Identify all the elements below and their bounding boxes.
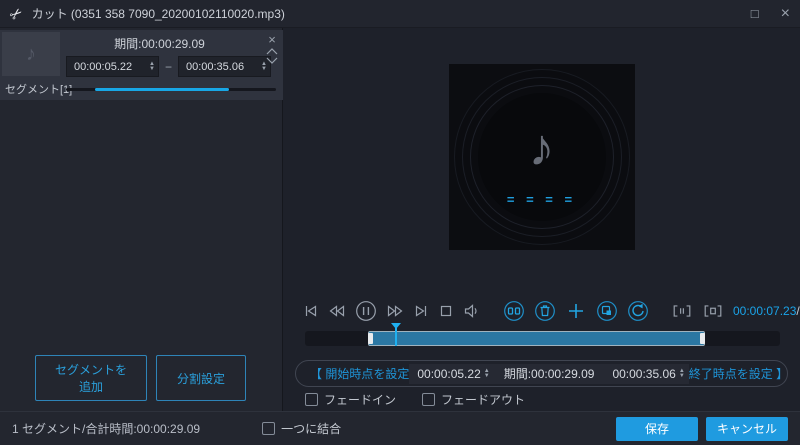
vinyl-disc: ♪ = = = = [477, 93, 606, 221]
spinner-down-icon[interactable]: ▼ [261, 66, 267, 72]
music-note-icon: ♪ [26, 42, 36, 65]
segment-list-panel: ♪ 期間:00:00:29.09 00:00:05.22 ▲ ▼ − 00:00… [0, 28, 283, 411]
delete-segment-button[interactable] [534, 300, 556, 322]
skip-start-button[interactable] [303, 300, 319, 322]
trim-start-time-input[interactable]: 00:00:05.22 ▲ ▼ [409, 363, 494, 384]
trim-end-time-input[interactable]: 00:00:35.06 ▲ ▼ [604, 363, 689, 384]
segment-start-time-value[interactable]: 00:00:05.22 [74, 61, 146, 73]
volume-button[interactable] [463, 300, 481, 322]
merge-option[interactable]: 一つに結合 [262, 420, 341, 437]
fade-in-label: フェードイン [324, 393, 397, 407]
total-time: /00:00:42.10 [796, 304, 800, 318]
equalizer-bars-icon: = = = = [506, 192, 577, 207]
fade-options: フェードイン フェードアウト [305, 391, 525, 408]
preview-panel: ♪ = = = = 00:00:07.23/ 【 開始時点を設定 00:00:0… [283, 28, 800, 411]
titlebar: ✂ カット (0351 358 7090_20200102110020.mp3)… [0, 0, 800, 28]
rewind-button[interactable] [328, 300, 346, 322]
cancel-button[interactable]: キャンセル [706, 416, 788, 441]
move-down-icon[interactable] [266, 57, 278, 64]
trim-end-time-value[interactable]: 00:00:35.06 [612, 367, 675, 381]
window-controls: □ × [751, 5, 790, 22]
dialog-body: ♪ 期間:00:00:29.09 00:00:05.22 ▲ ▼ − 00:00… [0, 28, 800, 411]
fast-forward-button[interactable] [386, 300, 404, 322]
segment-mini-timeline-range[interactable] [95, 88, 229, 91]
window-title: カット (0351 358 7090_20200102110020.mp3) [31, 7, 285, 21]
trim-duration-label: 期間:00:00:29.09 [493, 363, 605, 384]
music-note-icon: ♪ [528, 119, 555, 177]
spinner-down-icon[interactable]: ▼ [679, 373, 685, 379]
merge-label: 一つに結合 [281, 422, 342, 436]
segment-panel-buttons: セグメントを追加 分割設定 [35, 355, 246, 401]
playback-timeline[interactable] [305, 323, 780, 346]
transport-bar: 00:00:07.23/00:00:42.10 [303, 298, 800, 324]
snapshot-pause-button[interactable] [671, 300, 693, 322]
footer-bar: 1 セグメント/合計時間:00:00:29.09 一つに結合 保存 キャンセル [0, 411, 800, 445]
add-segment-button[interactable]: セグメントを追加 [35, 355, 147, 401]
segment-name-label: セグメント[1] [5, 84, 73, 96]
footer-buttons: 保存 キャンセル [616, 416, 788, 441]
playback-time: 00:00:07.23/00:00:42.10 [733, 304, 800, 318]
segment-close-icon[interactable]: × [268, 33, 276, 46]
move-up-icon[interactable] [266, 48, 278, 55]
snapshot-stop-button[interactable] [702, 300, 724, 322]
trim-start-spinner[interactable]: ▲ ▼ [484, 368, 490, 379]
add-segment-icon-button[interactable] [565, 300, 587, 322]
split-segment-button[interactable] [503, 300, 525, 322]
start-time-spinner[interactable]: ▲ ▼ [149, 61, 155, 72]
trim-settings-bar: 【 開始時点を設定 00:00:05.22 ▲ ▼ 期間:00:00:29.09… [295, 360, 788, 387]
fade-in-option[interactable]: フェードイン [305, 391, 396, 408]
cut-dialog-window: ✂ カット (0351 358 7090_20200102110020.mp3)… [0, 0, 800, 445]
close-button[interactable]: × [781, 5, 790, 22]
fade-out-label: フェードアウト [441, 393, 526, 407]
timeline-start-handle[interactable] [367, 333, 373, 344]
segment-thumbnail[interactable]: ♪ [2, 32, 60, 76]
skip-end-button[interactable] [413, 300, 429, 322]
spinner-down-icon[interactable]: ▼ [484, 373, 490, 379]
scissors-icon: ✂ [6, 3, 27, 25]
range-dash: − [164, 59, 172, 74]
segment-time-range: 00:00:05.22 ▲ ▼ − 00:00:35.06 ▲ ▼ [66, 56, 271, 77]
timeline-selection[interactable] [367, 331, 705, 346]
pause-button[interactable] [355, 300, 377, 322]
segment-end-time-input[interactable]: 00:00:35.06 ▲ ▼ [177, 56, 271, 77]
set-start-point-button[interactable]: 【 開始時点を設定 [310, 365, 409, 382]
set-end-point-button[interactable]: 終了時点を設定 】 [689, 365, 788, 382]
timeline-end-handle[interactable] [699, 333, 705, 344]
fade-out-option[interactable]: フェードアウト [422, 391, 525, 408]
spinner-down-icon[interactable]: ▼ [149, 66, 155, 72]
segment-start-time-input[interactable]: 00:00:05.22 ▲ ▼ [66, 56, 159, 77]
save-button[interactable]: 保存 [616, 416, 698, 441]
current-time: 00:00:07.23 [733, 304, 797, 318]
segment-end-time-value[interactable]: 00:00:35.06 [186, 61, 258, 73]
segment-card-actions: × [266, 33, 278, 64]
audio-artwork: ♪ = = = = [448, 64, 635, 250]
segment-mini-timeline[interactable] [66, 88, 276, 91]
split-settings-button[interactable]: 分割設定 [156, 355, 246, 401]
copy-segment-button[interactable] [596, 300, 618, 322]
fade-in-checkbox[interactable] [305, 393, 318, 406]
reset-button[interactable] [627, 300, 649, 322]
maximize-button[interactable]: □ [751, 7, 759, 20]
timeline-playhead[interactable] [391, 323, 402, 346]
stop-button[interactable] [438, 300, 454, 322]
merge-checkbox[interactable] [262, 422, 276, 435]
fade-out-checkbox[interactable] [422, 393, 436, 406]
trim-end-spinner[interactable]: ▲ ▼ [679, 368, 685, 379]
segment-card[interactable]: ♪ 期間:00:00:29.09 00:00:05.22 ▲ ▼ − 00:00… [0, 30, 283, 100]
trim-start-time-value[interactable]: 00:00:05.22 [417, 367, 480, 381]
segment-duration-label: 期間:00:00:29.09 [114, 37, 205, 51]
segment-summary: 1 セグメント/合計時間:00:00:29.09 [12, 422, 201, 436]
